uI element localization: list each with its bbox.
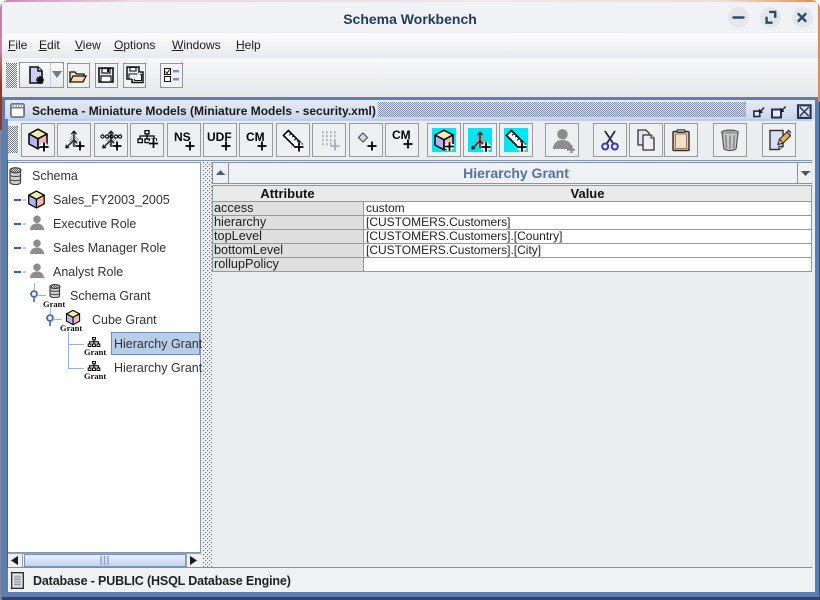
svg-text:NS: NS	[174, 130, 191, 144]
svg-text:UDF: UDF	[207, 130, 232, 144]
